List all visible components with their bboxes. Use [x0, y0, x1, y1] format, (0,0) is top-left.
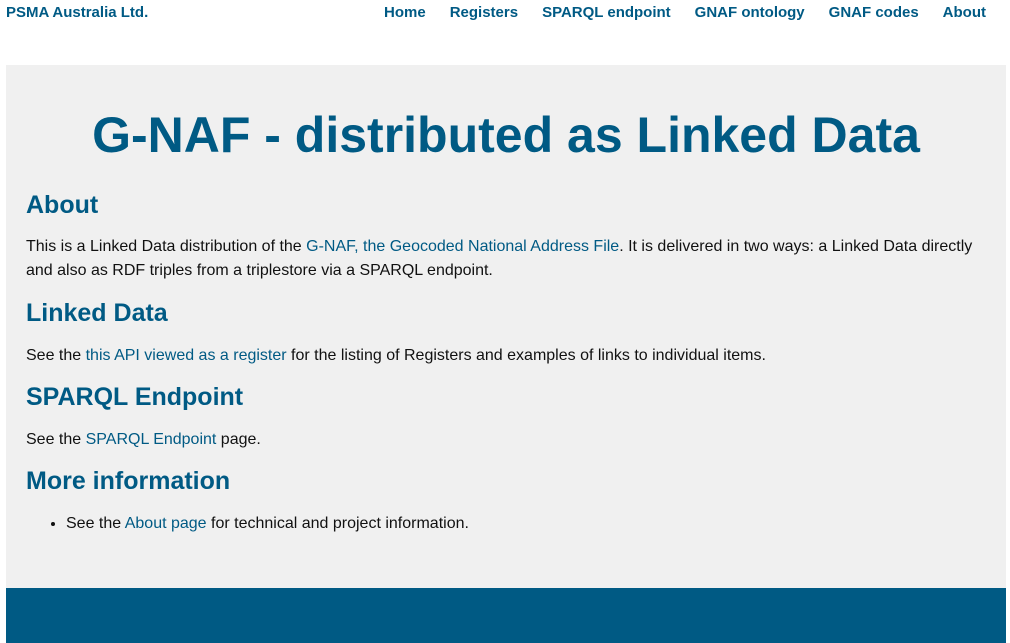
more-info-text-after: for technical and project information.	[206, 515, 469, 532]
nav-registers[interactable]: Registers	[450, 4, 518, 21]
main-nav: Home Registers SPARQL endpoint GNAF onto…	[384, 4, 986, 21]
nav-sparql-endpoint[interactable]: SPARQL endpoint	[542, 4, 671, 21]
page-footer	[6, 588, 1006, 643]
brand-link[interactable]: PSMA Australia Ltd.	[6, 4, 148, 21]
main-content: G-NAF - distributed as Linked Data About…	[6, 65, 1006, 588]
register-link[interactable]: this API viewed as a register	[86, 347, 287, 364]
sparql-text-after: page.	[216, 431, 261, 448]
list-item: See the About page for technical and pro…	[66, 512, 986, 536]
more-information-list: See the About page for technical and pro…	[26, 512, 986, 536]
about-text-before: This is a Linked Data distribution of th…	[26, 238, 307, 255]
linked-data-paragraph: See the this API viewed as a register fo…	[26, 344, 986, 368]
top-bar: PSMA Australia Ltd. Home Registers SPARQ…	[0, 0, 1010, 65]
linked-data-text-after: for the listing of Registers and example…	[286, 347, 766, 364]
more-info-text-before: See the	[66, 515, 125, 532]
sparql-text-before: See the	[26, 431, 86, 448]
nav-home[interactable]: Home	[384, 4, 426, 21]
sparql-paragraph: See the SPARQL Endpoint page.	[26, 428, 986, 452]
sparql-endpoint-link[interactable]: SPARQL Endpoint	[86, 431, 217, 448]
more-information-heading: More information	[26, 467, 231, 495]
linked-data-text-before: See the	[26, 347, 86, 364]
about-paragraph: This is a Linked Data distribution of th…	[26, 235, 986, 283]
nav-gnaf-codes[interactable]: GNAF codes	[829, 4, 919, 21]
about-page-link[interactable]: About page	[125, 515, 207, 532]
page-title: G-NAF - distributed as Linked Data	[92, 107, 920, 163]
nav-gnaf-ontology[interactable]: GNAF ontology	[695, 4, 805, 21]
gnaf-link[interactable]: G-NAF, the Geocoded National Address Fil…	[306, 238, 619, 255]
about-heading: About	[26, 191, 99, 219]
linked-data-heading: Linked Data	[26, 299, 168, 327]
sparql-heading: SPARQL Endpoint	[26, 383, 244, 411]
nav-about[interactable]: About	[943, 4, 986, 21]
